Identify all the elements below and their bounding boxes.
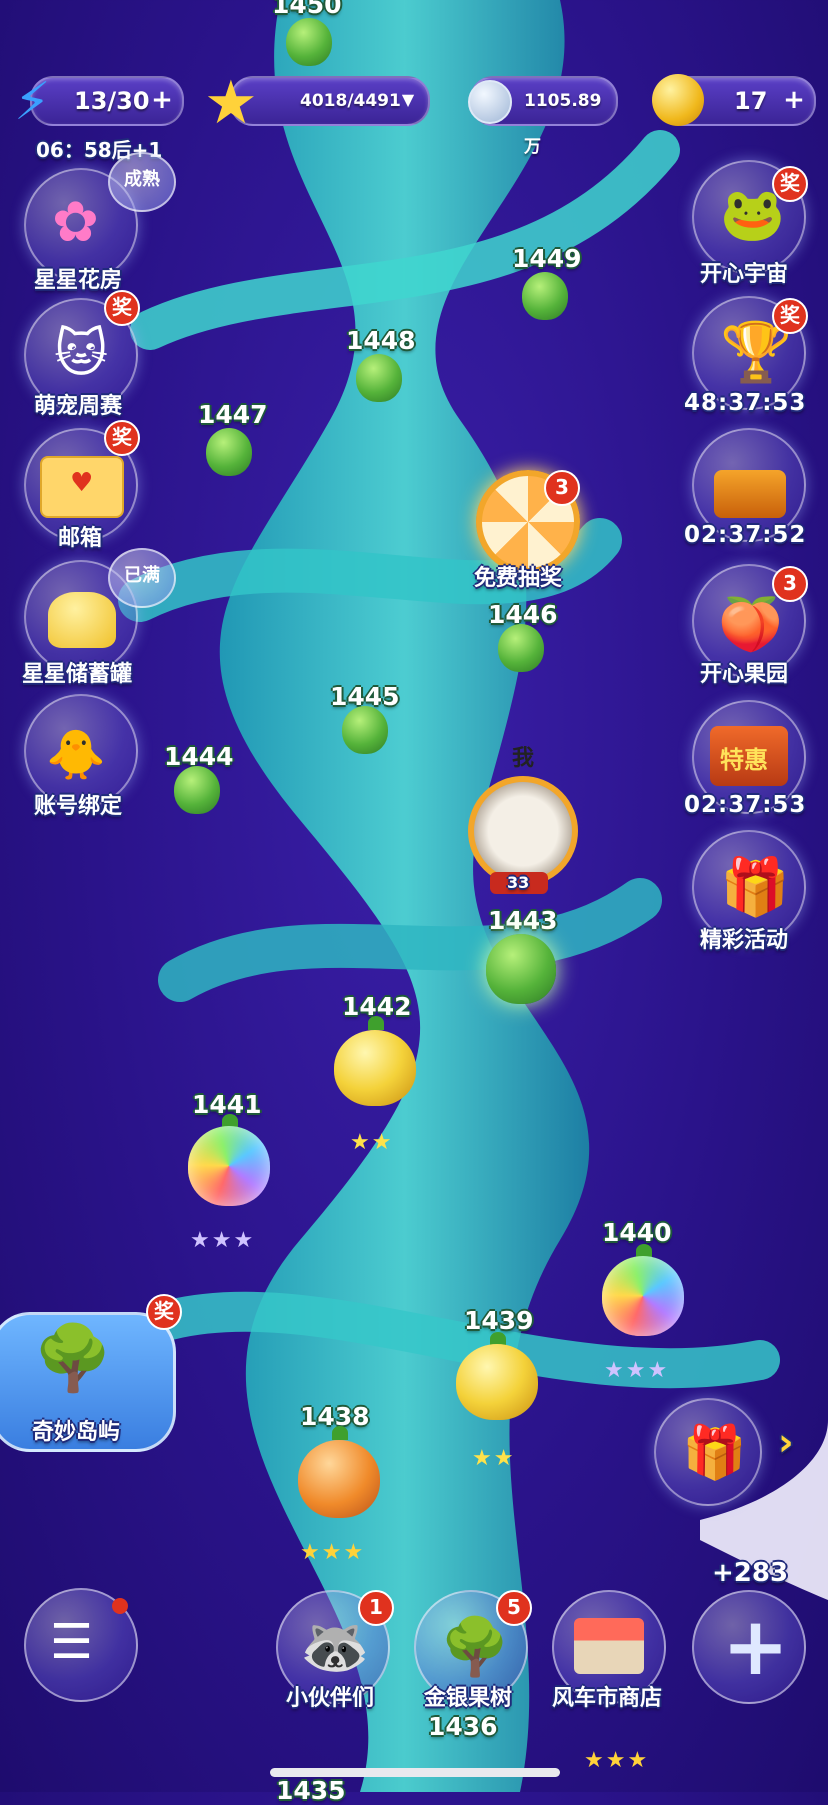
level-node-1449[interactable] [522,272,568,320]
flower-icon: ✿ [52,190,99,255]
friends-label: 小伙伴们 [286,1686,375,1711]
level-node-1442[interactable] [334,1030,416,1106]
level-node-1447[interactable] [206,428,252,476]
tree-icon: 🌳 [440,1615,510,1680]
star-piggybank-label: 星星储蓄罐 [22,662,133,687]
player-me-label: 我 [512,746,535,771]
piggybank-icon [48,592,116,648]
trophy-event-timer: 48:37:53 [684,390,807,416]
mailbox-label: 邮箱 [58,526,103,551]
gold-silver-tree-label: 金银果树 [424,1686,513,1711]
level-number: 1439 [464,1306,534,1335]
reward-badge: 奖 [104,290,140,326]
level-stars: ★★ [472,1446,516,1471]
level-stars: ★★★ [604,1358,670,1383]
reward-badge: 奖 [146,1294,182,1330]
star-value: 4018/4491 [300,91,401,111]
level-stars: ★★ [350,1130,394,1155]
level-node-1444[interactable] [174,766,220,814]
windmill-shop-label: 风车市商店 [552,1686,663,1711]
chevron-down-icon[interactable]: ▼ [394,86,422,114]
full-tag: 已满 [108,548,176,608]
energy-value: 13/30 [74,87,150,115]
home-indicator [270,1768,560,1777]
treasure-chest-event-timer: 02:37:52 [684,522,807,548]
level-number: 1447 [198,400,268,429]
star-icon: ★ [204,68,258,138]
gem-value: 17 [734,87,768,115]
chevron-right-icon[interactable]: › [778,1420,794,1464]
menu-notification-dot [112,1598,128,1614]
chick-icon: 🐥 [46,727,106,783]
special-offer-timer: 02:37:53 [684,792,807,818]
level-number: 1450 [272,0,342,19]
star-progress[interactable]: ★ 4018/4491 ▼ [204,68,430,138]
fruit-stem [332,1426,348,1440]
level-number: 1436 [428,1712,498,1741]
notification-badge: 1 [358,1590,394,1626]
wonder-island-label: 奇妙岛屿 [32,1420,121,1445]
pet-weekly-contest-label: 萌宠周赛 [34,394,123,419]
plus-icon: + [722,1600,790,1693]
featured-events-label: 精彩活动 [700,928,789,953]
gem-counter[interactable]: 17 + [652,74,816,126]
level-node-1441[interactable] [188,1126,270,1206]
happy-orchard-label: 开心果园 [700,662,789,687]
star-greenhouse-label: 星星花房 [34,268,123,293]
chest-icon [714,470,786,518]
fruit-stem [368,1016,384,1030]
tree-icon: 🌳 [33,1322,113,1396]
level-node-1438[interactable] [298,1440,380,1518]
add-button[interactable]: + [692,1590,806,1704]
fruit-basket-icon: 🍑 [718,595,783,655]
heart-icon: ♥ [70,468,94,498]
happy-universe-label: 开心宇宙 [700,262,789,287]
level-number: 1448 [346,326,416,355]
ripe-tag: 成熟 [108,152,176,212]
free-lottery-label: 免费抽奖 [474,566,563,591]
level-number: 1449 [512,244,582,273]
level-node-1446[interactable] [498,624,544,672]
cat-icon: 🐱 [54,324,109,384]
notification-badge: 5 [496,1590,532,1626]
level-stars: ★★★ [584,1748,650,1773]
level-node-1448[interactable] [356,354,402,402]
lottery-count-badge: 3 [544,470,580,506]
level-node-1439[interactable] [456,1344,538,1420]
energy-counter[interactable]: ⚡ 13/30 + [14,72,184,132]
level-node-1443-current[interactable] [486,934,556,1004]
coin-value: 1105.89万 [524,91,602,157]
reward-badge: 奖 [104,420,140,456]
list-icon: ☰ [50,1614,94,1670]
level-stars: ★★★ [190,1228,256,1253]
lightning-icon: ⚡ [14,72,51,132]
level-stars: ★★★ [300,1540,366,1565]
reward-badge: 奖 [772,166,808,202]
raccoon-icon: 🦝 [300,1615,370,1680]
special-offer-sign: 特惠 [720,746,768,774]
add-energy-button[interactable]: + [148,86,176,114]
gift-button[interactable]: 🎁 [654,1398,762,1506]
level-number: 1443 [488,906,558,935]
player-level: 33 [507,873,530,892]
gift-box-icon: 🎁 [682,1423,747,1483]
notification-badge: 3 [772,566,808,602]
gold-coin-icon [652,74,704,126]
level-node-1445[interactable] [342,706,388,754]
gift-box-icon: 🎁 [720,855,790,920]
gift-count: +283 [712,1558,789,1588]
add-gems-button[interactable]: + [780,86,808,114]
level-number: 1435 [276,1776,346,1805]
player-avatar[interactable] [468,776,578,886]
reward-badge: 奖 [772,298,808,334]
level-number: 1440 [602,1218,672,1247]
level-node-1440[interactable] [602,1256,684,1336]
shop-icon [574,1618,644,1674]
coin-icon [468,80,512,124]
level-node-1450[interactable] [286,18,332,66]
account-binding-label: 账号绑定 [34,794,123,819]
coin-counter[interactable]: 1105.89万 [468,76,618,157]
